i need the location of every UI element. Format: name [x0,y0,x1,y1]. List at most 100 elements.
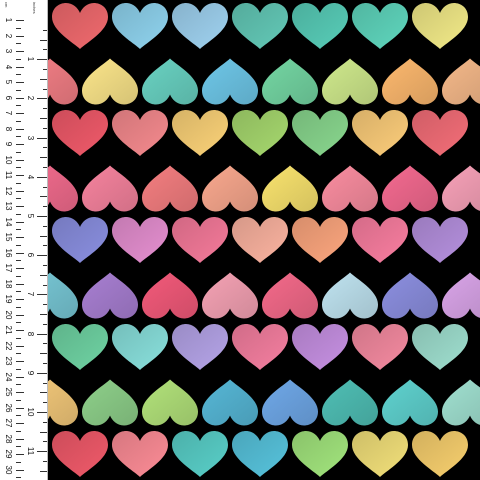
ruler-cm-tick [16,423,24,424]
ruler-inch-tick [37,255,47,257]
ruler-cm-half-tick [16,275,21,277]
ruler-cm-label: 2 [4,33,13,38]
ruler-inch-sub-tick [40,353,47,355]
ruler-cm-tick [16,190,24,192]
ruler-inch-sub-tick [43,421,47,423]
ruler-inch-sub-tick [40,235,47,237]
ruler-cm-half-tick [16,353,21,355]
ruler-inch-sub-tick [40,157,47,159]
ruler-cm-tick [16,175,24,176]
ruler-cm-label: 5 [4,79,13,85]
ruler-cm-label: 20 [4,310,13,319]
ruler-inch-sub-tick [43,402,47,404]
ruler-cm-half-tick [16,291,21,293]
ruler-cm-label: 16 [4,248,13,257]
ruler-inch-unit-label: inches [32,2,37,14]
ruler-inch-label: 5 [26,213,35,219]
ruler-inch-sub-tick [43,108,47,110]
ruler-inch-label: 7 [26,292,35,297]
ruler-cm-label: 25 [4,387,13,397]
heart-pattern [48,0,480,480]
ruler-cm-half-tick [16,198,21,200]
ruler-cm-label: 3 [4,48,13,54]
ruler-cm-tick [16,268,24,269]
ruler-cm-label: 23 [4,356,13,366]
ruler-cm-label: 7 [4,110,13,116]
ruler-cm-tick [16,20,24,21]
heart-pattern-canvas [48,0,480,480]
ruler-cm-half-tick [16,461,21,463]
ruler-cm-label: 15 [4,232,13,242]
ruler-cm-half-tick [16,244,21,246]
ruler-cm-tick [16,361,24,362]
ruler-cm-half-tick [16,322,21,324]
ruler-inch-sub-tick [43,363,47,364]
ruler-cm-tick [16,299,24,300]
ruler-inch-label: 4 [26,174,35,180]
ruler-cm-tick [16,51,24,52]
ruler-inch-sub-tick [40,39,47,41]
ruler-cm-half-tick [16,151,21,153]
ruler-inch-sub-tick [43,206,47,208]
ruler-cm-label: 13 [4,201,13,211]
ruler-inch-sub-tick [40,274,47,276]
ruler-cm-label: 24 [4,372,13,381]
ruler-inch-tick [37,137,47,139]
ruler-cm-tick [16,345,24,347]
ruler-cm-label: 29 [4,449,13,459]
ruler-cm-label: 10 [4,155,13,164]
ruler-inch-sub-tick [43,49,47,51]
ruler-inch-tick [37,216,47,217]
ruler-inch-sub-tick [40,470,47,472]
ruler-cm-label: 26 [4,403,13,412]
ruler-cm-label: 6 [4,95,13,100]
ruler-inch-label: 1 [26,56,35,62]
ruler-inch-sub-tick [43,186,47,188]
ruler-inch-label: 2 [26,96,35,101]
ruler-cm-label: 27 [4,418,13,428]
ruler-inch-label: 3 [26,135,35,140]
ruler-inch-sub-tick [40,392,47,394]
ruler-cm-half-tick [16,89,21,91]
ruler-cm-half-tick [16,182,21,184]
ruler-cm-label: 14 [4,217,13,226]
ruler-cm-half-tick [16,260,21,262]
ruler-cm-half-tick [16,74,21,76]
ruler-cm-tick [16,97,24,99]
ruler-cm-label: 22 [4,341,13,350]
ruler-inch-tick [37,451,47,453]
ruler-inch-label: 10 [26,407,35,417]
ruler-inch-label: 8 [26,331,35,336]
ruler-cm-half-tick [16,105,21,107]
ruler-cm-half-tick [16,27,21,29]
ruler-cm-tick [16,438,24,440]
ruler-inch-sub-tick [40,78,47,80]
ruler-cm-tick [16,454,24,455]
ruler-cm-half-tick [16,477,21,479]
ruler-cm-half-tick [16,43,21,45]
ruler-inch-sub-tick [40,118,47,119]
ruler-inch-sub-tick [43,382,47,384]
ruler-cm-tick [16,330,24,331]
ruler-cm-tick [16,128,24,130]
ruler-cm-half-tick [16,399,21,401]
ruler-inch-sub-tick [43,127,47,129]
ruler-cm-label: 21 [4,325,13,335]
ruler-cm-label: 30 [4,465,13,474]
ruler-cm-tick [16,237,24,238]
ruler-inch-tick [37,176,47,178]
ruler-cm-half-tick [16,213,21,215]
ruler-inch-sub-tick [43,147,47,149]
ruler-cm-label: 12 [4,186,13,195]
ruler-inch-tick [37,333,47,335]
ruler-cm-tick [16,376,24,378]
ruler-cm-label: 11 [4,170,13,180]
ruler-inch-sub-tick [43,167,47,168]
ruler-inch-sub-tick [43,69,47,70]
ruler-inch-tick [37,372,47,374]
ruler-cm-label: 18 [4,279,13,288]
ruler-inch-sub-tick [40,314,47,315]
ruler-cm-tick [16,159,24,161]
ruler-cm-half-tick [16,368,21,370]
ruler-cm-tick [16,35,24,37]
